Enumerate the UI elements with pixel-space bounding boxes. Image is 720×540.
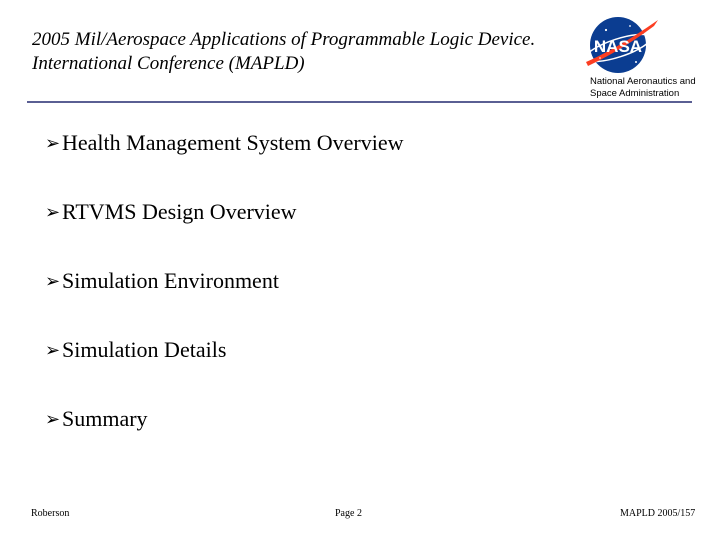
footer-author: Roberson [31, 508, 70, 519]
bullet-item: ➢Summary [45, 404, 148, 435]
header-title-line-2: International Conference (MAPLD) [32, 53, 305, 74]
arrow-bullet-icon: ➢ [45, 409, 61, 430]
header-title-line-1: 2005 Mil/Aerospace Applications of Progr… [32, 29, 536, 50]
bullet-text: Simulation Environment [62, 268, 279, 293]
bullet-text: Health Management System Overview [62, 130, 404, 155]
slide-header-title: 2005 Mil/Aerospace Applications of Progr… [32, 28, 592, 76]
footer-page-number: Page 2 [335, 508, 362, 519]
arrow-bullet-icon: ➢ [45, 340, 61, 361]
bullet-text: RTVMS Design Overview [62, 199, 297, 224]
arrow-bullet-icon: ➢ [45, 133, 61, 154]
bullet-item: ➢RTVMS Design Overview [45, 197, 297, 228]
nasa-logo-text: NASA [594, 37, 642, 56]
bullet-item: ➢Simulation Environment [45, 266, 279, 297]
arrow-bullet-icon: ➢ [45, 202, 61, 223]
bullet-item: ➢Health Management System Overview [45, 128, 404, 159]
bullet-item: ➢Simulation Details [45, 335, 226, 366]
agency-name: National Aeronautics and Space Administr… [590, 76, 715, 100]
nasa-logo-icon: NASA [584, 17, 658, 73]
footer-conference-id: MAPLD 2005/157 [620, 508, 696, 519]
bullet-text: Summary [62, 406, 148, 431]
arrow-bullet-icon: ➢ [45, 271, 61, 292]
agency-line-1: National Aeronautics and [590, 76, 696, 87]
agency-line-2: Space Administration [590, 88, 680, 99]
header-divider [27, 101, 692, 103]
bullet-text: Simulation Details [62, 337, 227, 362]
